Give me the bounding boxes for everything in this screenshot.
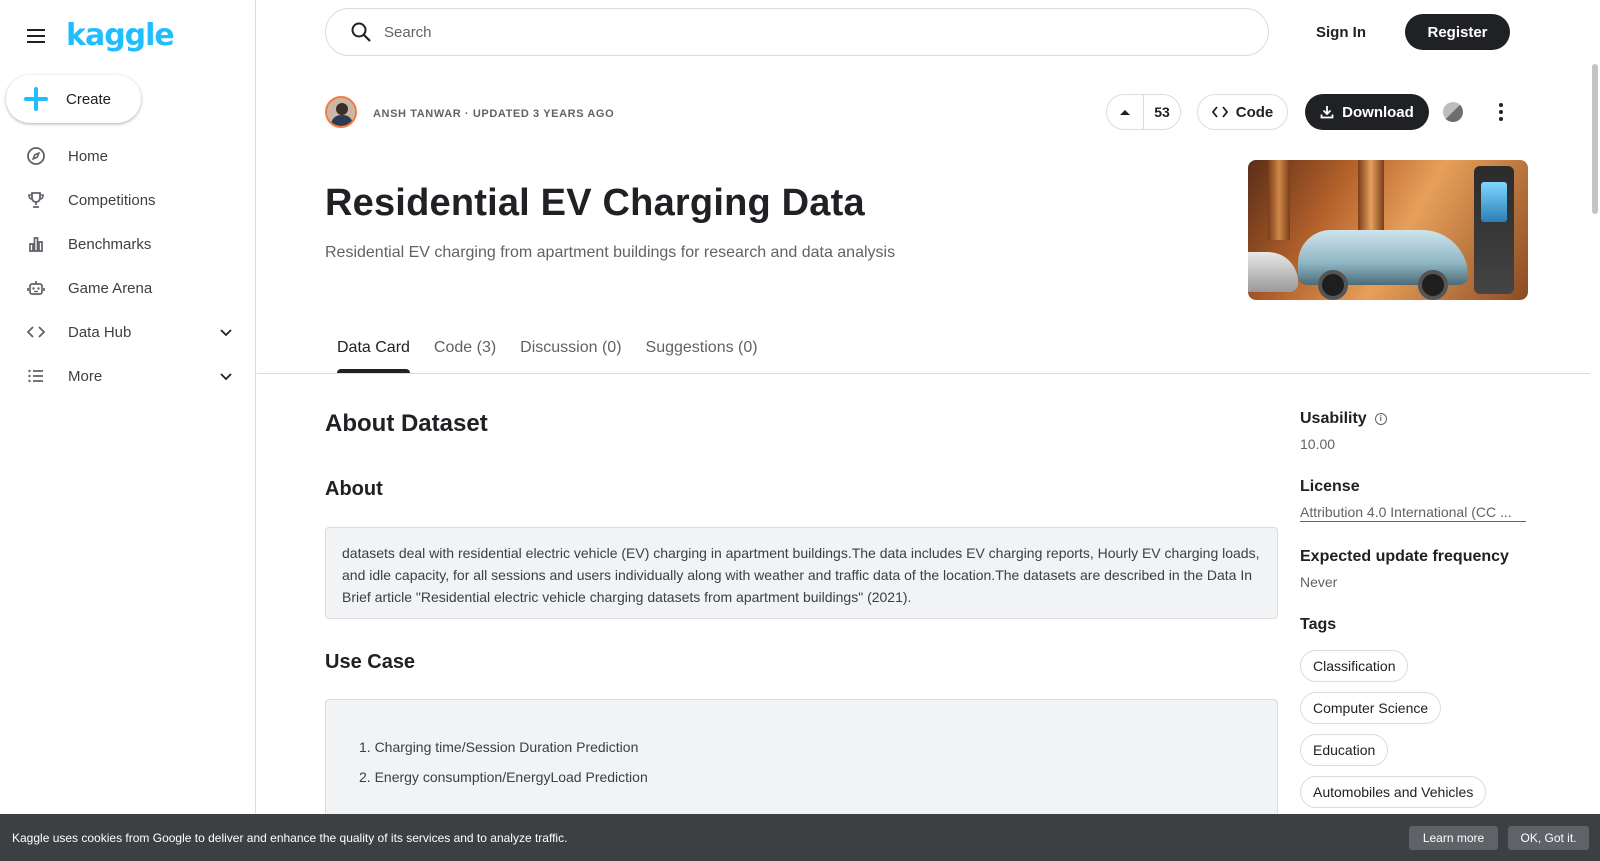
- code-icon: [1211, 106, 1228, 118]
- sidebar-item-benchmarks[interactable]: Benchmarks: [0, 222, 256, 266]
- sidebar-nav: Home Competitions Benchmarks Game Arena …: [0, 134, 256, 398]
- license-link[interactable]: Attribution 4.0 International (CC ...: [1300, 504, 1526, 522]
- sidebar-item-label: Data Hub: [68, 323, 132, 341]
- page-title: Residential EV Charging Data: [325, 182, 865, 224]
- sign-in-button[interactable]: Sign In: [1300, 14, 1382, 50]
- upvote-count: 53: [1154, 104, 1170, 120]
- search-input[interactable]: Search: [325, 8, 1269, 56]
- tab-suggestions[interactable]: Suggestions (0): [634, 325, 770, 373]
- download-button[interactable]: Download: [1305, 94, 1429, 130]
- use-case-box: 1. Charging time/Session Duration Predic…: [325, 699, 1278, 829]
- use-case-heading: Use Case: [325, 651, 416, 673]
- sidebar-item-competitions[interactable]: Competitions: [0, 178, 256, 222]
- license-heading: License: [1300, 478, 1360, 495]
- sidebar-item-data-hub[interactable]: Data Hub: [0, 310, 256, 354]
- upvote-widget: 53: [1106, 94, 1181, 130]
- about-text: datasets deal with residential electric …: [325, 527, 1278, 619]
- about-dataset-heading: About Dataset: [325, 410, 488, 437]
- usability-value: 10.00: [1300, 436, 1336, 452]
- tab-divider: [257, 373, 1590, 374]
- sidebar-item-label: Home: [68, 147, 109, 165]
- robot-icon: [26, 278, 46, 298]
- usability-heading: Usability i: [1300, 410, 1530, 428]
- list-item: 2. Energy consumption/EnergyLoad Predict…: [359, 769, 648, 785]
- download-label: Download: [1342, 103, 1414, 121]
- list-item: 1. Charging time/Session Duration Predic…: [359, 739, 639, 755]
- chevron-down-icon[interactable]: [218, 324, 234, 340]
- sidebar-item-game-arena[interactable]: Game Arena: [0, 266, 256, 310]
- dataset-cover-image: [1248, 160, 1528, 300]
- list-icon: [26, 366, 46, 386]
- code-icon: [26, 322, 46, 342]
- sidebar-item-more[interactable]: More: [0, 354, 256, 398]
- more-options-icon[interactable]: [1489, 100, 1513, 124]
- menu-icon[interactable]: [24, 24, 48, 48]
- cookie-message: Kaggle uses cookies from Google to deliv…: [12, 830, 568, 845]
- create-button[interactable]: Create: [6, 75, 141, 123]
- tag-chip[interactable]: Classification: [1300, 650, 1409, 682]
- kaggle-logo[interactable]: kaggle: [66, 21, 175, 51]
- learn-more-button[interactable]: Learn more: [1409, 826, 1498, 850]
- tab-discussion[interactable]: Discussion (0): [508, 325, 633, 373]
- tag-chip[interactable]: Computer Science: [1300, 692, 1442, 724]
- usability-label: Usability: [1300, 410, 1367, 427]
- metadata-panel: Usability i 10.00 License Attribution 4.…: [1300, 410, 1530, 818]
- caret-up-icon: [1120, 110, 1130, 115]
- compass-icon: [26, 146, 46, 166]
- scrollbar[interactable]: [1590, 0, 1600, 861]
- sidebar-item-label: Game Arena: [68, 279, 153, 297]
- info-icon[interactable]: i: [1374, 413, 1387, 425]
- page-subtitle: Residential EV charging from apartment b…: [325, 244, 896, 261]
- scrollbar-thumb[interactable]: [1592, 64, 1598, 214]
- chevron-down-icon[interactable]: [218, 368, 234, 384]
- upvote-button[interactable]: [1107, 95, 1144, 129]
- search-placeholder: Search: [384, 23, 432, 41]
- create-label: Create: [66, 90, 112, 108]
- tag-list: Classification Computer Science Educatio…: [1300, 650, 1530, 818]
- tags-heading: Tags: [1300, 616, 1337, 633]
- accept-cookies-button[interactable]: OK, Got it.: [1508, 826, 1589, 850]
- tag-chip[interactable]: Automobiles and Vehicles: [1300, 776, 1487, 808]
- download-icon: [1320, 106, 1334, 119]
- cookie-banner: Kaggle uses cookies from Google to deliv…: [0, 814, 1600, 861]
- theme-toggle-icon[interactable]: [1443, 102, 1463, 122]
- bar-chart-icon: [26, 234, 46, 254]
- update-frequency-heading: Expected update frequency: [1300, 548, 1509, 565]
- sidebar-item-label: More: [68, 367, 103, 385]
- sidebar-item-label: Competitions: [68, 191, 156, 209]
- trophy-icon: [26, 190, 46, 210]
- about-heading: About: [325, 478, 383, 500]
- tab-code[interactable]: Code (3): [422, 325, 508, 373]
- avatar[interactable]: [325, 96, 357, 128]
- search-icon: [351, 22, 371, 42]
- code-label: Code: [1235, 103, 1274, 121]
- code-button[interactable]: Code: [1197, 94, 1288, 130]
- tab-bar: Data Card Code (3) Discussion (0) Sugges…: [325, 325, 770, 373]
- sidebar-item-label: Benchmarks: [68, 235, 152, 253]
- plus-icon: [22, 85, 50, 113]
- author-line[interactable]: ANSH TANWAR · UPDATED 3 YEARS AGO: [373, 108, 614, 120]
- sidebar-item-home[interactable]: Home: [0, 134, 256, 178]
- tag-chip[interactable]: Education: [1300, 734, 1389, 766]
- sidebar: kaggle Create Home Competitions Benchmar…: [0, 0, 256, 861]
- tab-data-card[interactable]: Data Card: [325, 325, 422, 373]
- register-button[interactable]: Register: [1405, 14, 1510, 50]
- update-frequency-value: Never: [1300, 574, 1338, 590]
- sidebar-header: kaggle: [24, 16, 175, 56]
